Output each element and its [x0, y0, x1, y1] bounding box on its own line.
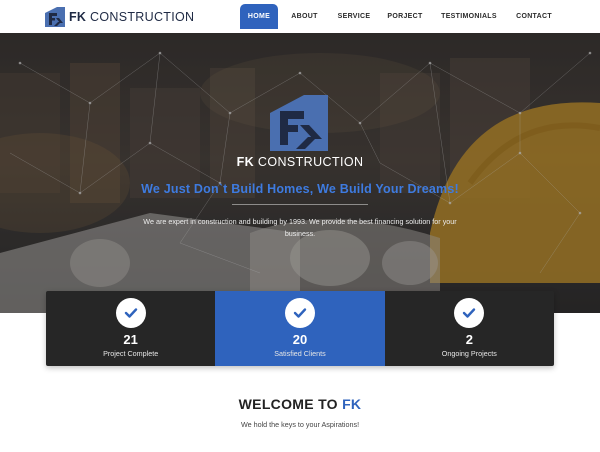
fk-hero-logo-icon — [270, 95, 328, 151]
welcome-subtitle: We hold the keys to your Aspirations! — [240, 420, 360, 429]
stats-bar: 21 Project Complete 20 Satisfied Clients… — [46, 291, 554, 366]
check-icon — [293, 308, 307, 318]
stat-badge — [284, 298, 315, 328]
hero-brand-initials: FK — [236, 155, 255, 169]
welcome-title-accent: FK — [342, 396, 362, 412]
stat-number: 2 — [465, 332, 473, 347]
hero-divider — [232, 204, 368, 205]
stat-ongoing-projects: 2 Ongoing Projects — [384, 291, 554, 366]
fk-logo-icon — [45, 7, 65, 27]
hero-section: FK CONSTRUCTION We Just Don`t Build Home… — [0, 33, 600, 313]
site-logo[interactable]: FK CONSTRUCTION — [45, 6, 194, 28]
stat-projects-complete: 21 Project Complete — [46, 291, 216, 366]
nav-service[interactable]: SERVICE — [329, 4, 379, 29]
welcome-title-prefix: WELCOME TO — [238, 396, 338, 412]
hero-brand-name: FK CONSTRUCTION — [0, 155, 600, 169]
logo-name: CONSTRUCTION — [90, 10, 195, 24]
nav-testimonials[interactable]: TESTIMONIALS — [431, 4, 507, 29]
hero-overlay — [0, 33, 600, 313]
main-nav: HOME ABOUT SERVICE PORJECT TESTIMONIALS … — [240, 4, 559, 29]
stat-badge — [115, 298, 146, 328]
stat-label: Ongoing Projects — [441, 349, 497, 358]
nav-project[interactable]: PORJECT — [381, 4, 429, 29]
hero-description: We are expert in construction and buildi… — [143, 217, 457, 238]
hero-tagline: We Just Don`t Build Homes, We Build Your… — [141, 182, 459, 196]
stat-satisfied-clients: 20 Satisfied Clients — [215, 291, 385, 366]
check-icon — [463, 308, 476, 318]
nav-home[interactable]: HOME — [240, 4, 278, 29]
stat-number: 20 — [292, 332, 308, 347]
check-icon — [124, 308, 137, 318]
logo-text: FK CONSTRUCTION — [69, 10, 194, 24]
hero-brand-word: CONSTRUCTION — [257, 155, 364, 169]
nav-contact[interactable]: CONTACT — [509, 4, 559, 29]
stat-number: 21 — [123, 332, 138, 347]
logo-initials: FK — [69, 10, 87, 24]
nav-about[interactable]: ABOUT — [282, 4, 327, 29]
welcome-title: WELCOME TO FK — [0, 396, 600, 412]
stat-label: Satisfied Clients — [274, 349, 326, 358]
stat-label: Project Complete — [103, 349, 159, 358]
stat-badge — [454, 298, 485, 328]
site-header: FK CONSTRUCTION HOME ABOUT SERVICE PORJE… — [0, 0, 600, 33]
